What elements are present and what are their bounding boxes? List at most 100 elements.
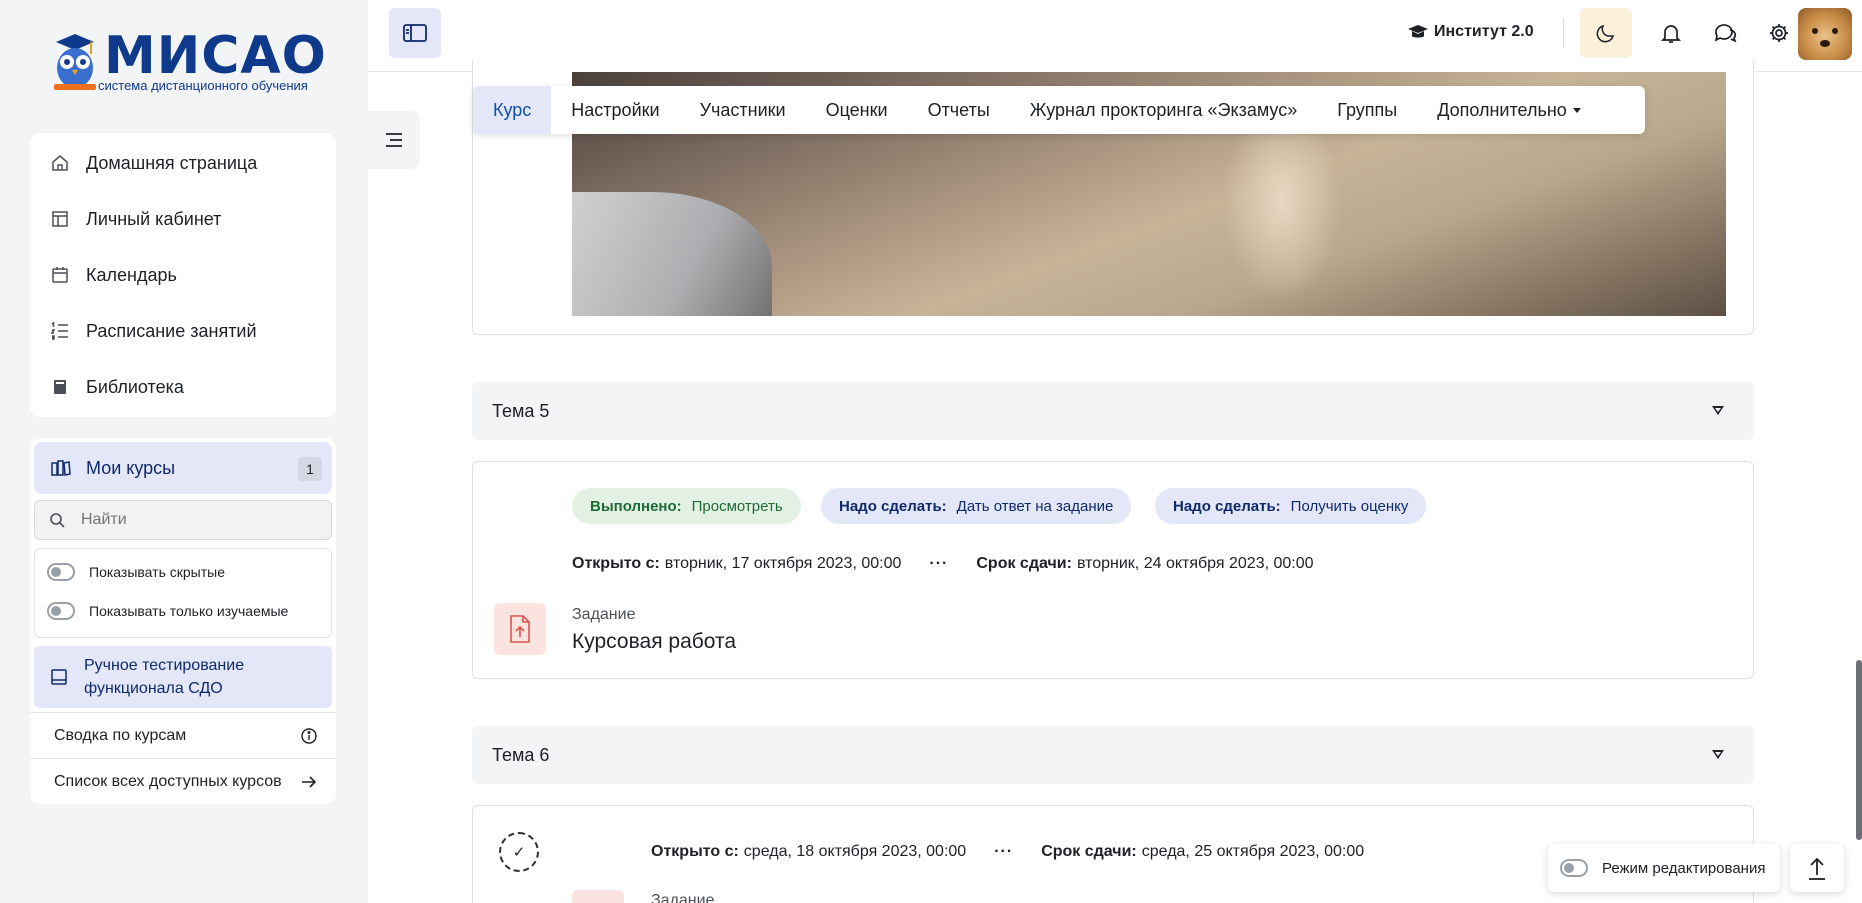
info-icon (301, 727, 317, 744)
messages-button[interactable] (1712, 20, 1738, 46)
collapse-icon[interactable] (1712, 750, 1724, 759)
nav-item-label: Календарь (86, 264, 177, 285)
course-name: Ручное тестирование функционала СДО (84, 657, 245, 697)
activity-dates: Открыто с: среда, 18 октября 2023, 00:00… (651, 843, 1364, 861)
search-icon (50, 513, 65, 528)
back-to-top-button[interactable] (1790, 844, 1844, 892)
opened-label: Открыто с: (572, 555, 660, 572)
link-label: Сводка по курсам (54, 726, 187, 744)
course-index-button[interactable] (368, 111, 420, 169)
tab-label: Настройки (571, 99, 660, 120)
more-dates-button[interactable]: ··· (994, 843, 1013, 861)
all-courses-link[interactable]: Список всех доступных курсов (30, 758, 336, 804)
tab-course[interactable]: Курс (473, 86, 552, 134)
nav-item-label: Домашняя страница (86, 152, 258, 173)
more-dates-button[interactable]: ··· (929, 555, 948, 573)
moon-icon (1596, 24, 1615, 43)
my-courses-title: Мои курсы (86, 457, 176, 478)
manual-completion-button[interactable]: ✓ (499, 832, 539, 872)
tab-label: Журнал прокторинга «Экзамус» (1029, 99, 1298, 120)
due-value: среда, 25 октября 2023, 00:00 (1141, 843, 1365, 860)
activity-name-link[interactable]: Курсовая работа (572, 630, 736, 654)
completion-status: Надо сделать: (839, 497, 947, 515)
link-label: Список всех доступных курсов (54, 772, 282, 790)
completion-text: Дать ответ на задание (956, 497, 1114, 515)
opened-value: вторник, 17 октября 2023, 00:00 (664, 555, 902, 572)
collapse-icon[interactable] (1712, 406, 1724, 415)
settings-button[interactable] (1766, 20, 1792, 46)
section-header-topic-6[interactable]: Тема 6 (472, 726, 1754, 784)
assignment-icon-box (494, 603, 546, 655)
edit-mode-toggle[interactable]: Режим редактирования (1548, 844, 1780, 892)
activity-dates: Открыто с: вторник, 17 октября 2023, 00:… (572, 555, 1314, 573)
nav-item-home[interactable]: Домашняя страница (50, 149, 257, 177)
graduation-cap-icon (1408, 25, 1428, 38)
site-logo[interactable]: МИСАО система дистанционного обучения (52, 26, 326, 96)
tab-settings[interactable]: Настройки (551, 86, 679, 134)
show-hidden-toggle[interactable]: Показывать скрытые (47, 563, 225, 581)
completion-todo-pill: Надо сделать: Получить оценку (1155, 488, 1427, 524)
nav-item-schedule[interactable]: Расписание занятий (50, 317, 257, 345)
course-link[interactable]: Ручное тестирование функционала СДО (34, 646, 332, 708)
my-courses-header[interactable]: Мои курсы 1 (34, 442, 332, 494)
course-icon (51, 669, 67, 685)
user-avatar[interactable] (1798, 8, 1852, 60)
institute-link[interactable]: Институт 2.0 (1408, 22, 1534, 42)
tab-more[interactable]: Дополнительно (1417, 86, 1601, 134)
toggle-switch[interactable] (1560, 859, 1588, 877)
completion-text: Просмотреть (691, 497, 783, 515)
tab-label: Группы (1337, 99, 1398, 120)
courses-summary-link[interactable]: Сводка по курсам (30, 712, 336, 758)
completion-done-pill: Выполнено: Просмотреть (572, 488, 801, 524)
edit-mode-label: Режим редактирования (1602, 859, 1766, 877)
page-scrollbar[interactable] (1856, 660, 1862, 840)
dark-mode-button[interactable] (1580, 8, 1632, 58)
notifications-button[interactable] (1658, 20, 1684, 46)
list-ordered-icon (50, 321, 68, 340)
nav-item-dashboard[interactable]: Личный кабинет (50, 205, 221, 233)
tab-participants[interactable]: Участники (680, 86, 806, 134)
toggle-switch[interactable] (47, 602, 75, 620)
arrow-right-icon (302, 775, 317, 788)
course-filters: Показывать скрытые Показывать только изу… (34, 548, 332, 638)
institute-name: Институт 2.0 (1434, 23, 1534, 40)
toggle-label: Показывать скрытые (89, 564, 225, 580)
tab-grades[interactable]: Оценки (806, 86, 908, 134)
section-header-topic-5[interactable]: Тема 5 (472, 382, 1754, 440)
activity-type: Задание (651, 892, 715, 903)
tab-groups[interactable]: Группы (1317, 86, 1417, 134)
tab-reports[interactable]: Отчеты (908, 86, 1010, 134)
calendar-icon (52, 267, 68, 283)
main-navigation: Домашняя страница Личный кабинет Календа… (30, 133, 336, 417)
brand-name: МИСАО (104, 26, 327, 86)
toggle-switch[interactable] (47, 563, 75, 581)
completion-todo-pill: Надо сделать: Дать ответ на задание (821, 488, 1132, 524)
caret-down-icon (1572, 107, 1581, 113)
section-title: Тема 5 (492, 400, 550, 421)
activity-type: Задание (572, 606, 636, 623)
books-icon (51, 460, 71, 476)
opened-value: среда, 18 октября 2023, 00:00 (743, 843, 967, 860)
tab-proctoring-log[interactable]: Журнал прокторинга «Экзамус» (1010, 86, 1317, 134)
toggle-sidebar-button[interactable] (389, 8, 441, 58)
nav-item-library[interactable]: Библиотека (50, 373, 184, 401)
activity-card-coursework: Выполнено: Просмотреть Надо сделать: Дат… (472, 461, 1754, 679)
owl-logo-icon (54, 34, 96, 90)
nav-item-calendar[interactable]: Календарь (50, 261, 177, 289)
bell-icon (1660, 25, 1682, 43)
due-value: вторник, 24 октября 2023, 00:00 (1076, 555, 1314, 572)
course-search (34, 500, 332, 540)
opened-label: Открыто с: (651, 843, 739, 860)
brand-tagline: система дистанционного обучения (98, 78, 308, 93)
course-count-badge: 1 (298, 457, 322, 481)
course-search-input[interactable] (81, 511, 301, 529)
due-label: Срок сдачи: (976, 555, 1072, 572)
align-left-icon (386, 133, 402, 147)
sidebar-toggle-icon (403, 24, 427, 42)
gear-icon (1770, 24, 1788, 42)
show-studied-toggle[interactable]: Показывать только изучаемые (47, 602, 288, 620)
arrow-up-icon (1809, 857, 1825, 880)
nav-item-label: Расписание занятий (86, 320, 257, 341)
chat-icon (1714, 24, 1737, 43)
nav-item-label: Личный кабинет (86, 208, 222, 229)
